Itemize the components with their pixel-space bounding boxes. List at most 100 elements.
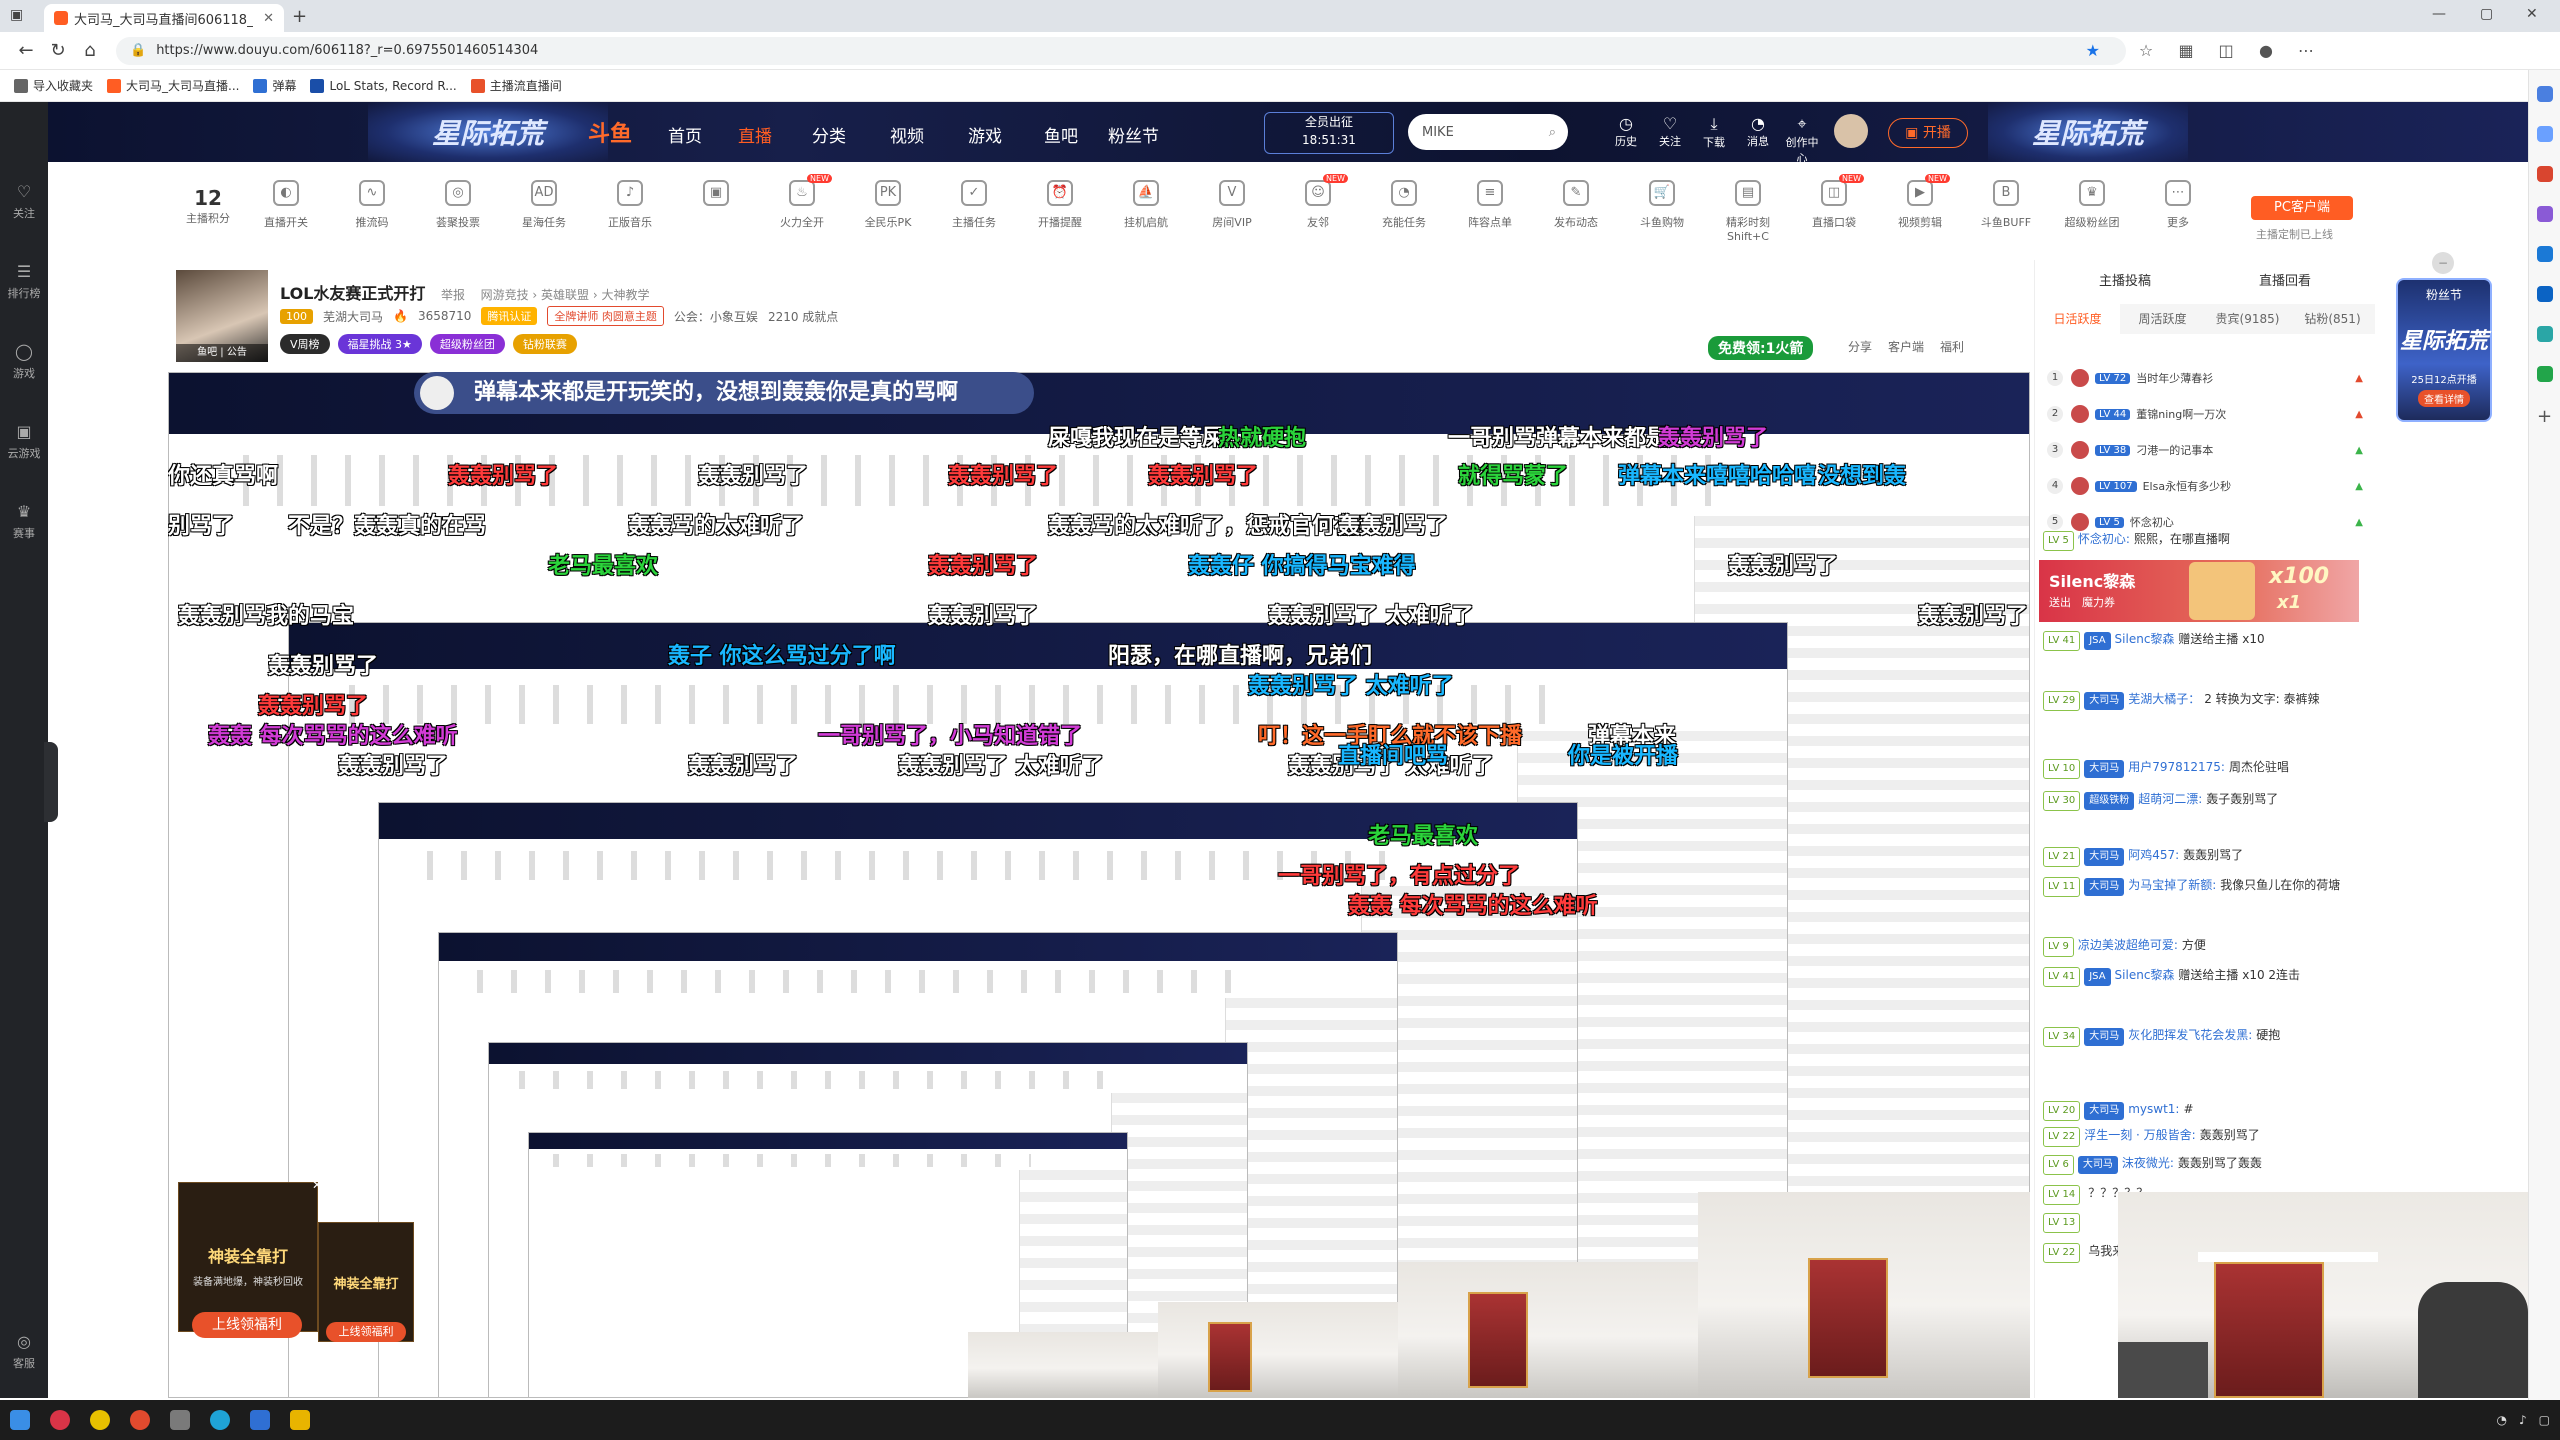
rail-item[interactable]: ☰ 排行榜 — [0, 262, 48, 301]
tool-item[interactable]: ✓ 主播任务 — [936, 180, 1012, 230]
rank-row[interactable]: 1 LV 72 当时年少薄春衫 ▲ — [2047, 364, 2363, 392]
streamer-pill[interactable]: 超级粉丝团 — [429, 334, 505, 354]
fan-festival-promo[interactable]: 粉丝节 星际拓荒 25日12点开播 查看详情 — [2396, 278, 2492, 422]
tool-item[interactable]: ∿ 推流码 — [334, 180, 410, 230]
tool-item[interactable]: ▤ 精彩时刻 Shift+C — [1710, 180, 1786, 243]
bookmark-item[interactable]: 弹幕 — [253, 77, 296, 94]
chat-user[interactable]: 浮生一刻 · 万般皆舍: — [2084, 1128, 2196, 1142]
taskbar-app-6[interactable] — [240, 1400, 280, 1440]
chat-message[interactable]: LV 41 JSA Silenc黎森 赠送给主播 x10 — [2043, 630, 2367, 651]
game-ad-1-button[interactable]: 上线领福利 — [192, 1312, 302, 1338]
sidebar-tools-icon[interactable] — [2537, 166, 2553, 182]
rank-row[interactable]: 3 LV 38 刁港一的记事本 ▲ — [2047, 436, 2363, 464]
extensions-icon[interactable]: ◫ — [2206, 41, 2246, 60]
tab-actions-icon[interactable]: ▣ — [10, 7, 23, 23]
start-button[interactable] — [0, 1400, 40, 1440]
chat-user[interactable]: 怀念初心: — [2078, 532, 2130, 546]
profile-icon[interactable]: ● — [2246, 41, 2286, 60]
taskbar-app-1[interactable] — [40, 1400, 80, 1440]
chat-message[interactable]: LV 41 JSA Silenc黎森 赠送给主播 x10 2连击 — [2043, 966, 2367, 987]
avatar-labels[interactable]: 鱼吧 | 公告 — [176, 344, 268, 362]
chat-message[interactable]: LV 20 大司马 myswt1: # — [2043, 1100, 2367, 1121]
header-item[interactable]: ◷ 历史 — [1606, 114, 1646, 149]
taskbar-app-3[interactable] — [120, 1400, 160, 1440]
new-tab-button[interactable]: + — [292, 6, 307, 27]
teacher-tag[interactable]: 全牌讲师 肉圆意主题 — [547, 306, 664, 326]
chat-user[interactable]: 凉边美波超绝可爱: — [2078, 938, 2178, 952]
favorites-icon[interactable]: ☆ — [2126, 41, 2166, 60]
tool-item[interactable]: ▣ — [678, 180, 754, 214]
tool-item[interactable]: B 斗鱼BUFF — [1968, 180, 2044, 230]
rail-expand-handle[interactable] — [44, 742, 58, 822]
tool-item[interactable]: ☺ NEW 友邻 — [1280, 174, 1356, 230]
header-item[interactable]: ♡ 关注 — [1650, 114, 1690, 149]
guild-notice[interactable]: 公会：小象互娱 — [674, 308, 758, 325]
sidebar-outlook-icon[interactable] — [2537, 286, 2553, 302]
streamer-pill[interactable]: V周榜 — [280, 334, 330, 354]
tool-item[interactable]: ▶ NEW 视频剪辑 — [1882, 174, 1958, 230]
search-input[interactable]: MIKE ⌕ — [1408, 114, 1568, 150]
chat-user[interactable]: 为马宝掉了新额: — [2128, 878, 2216, 892]
volume-icon[interactable]: ♪ — [2519, 1413, 2527, 1427]
bookmark-item[interactable]: 主播流直播间 — [470, 77, 562, 94]
back-icon[interactable]: ← — [10, 40, 42, 61]
streamer-name[interactable]: 芜湖大司马 — [323, 308, 383, 325]
tool-item[interactable]: ♨ NEW 火力全开 — [764, 174, 840, 230]
client-button[interactable]: 客户端 — [1888, 338, 1924, 355]
sidebar-people-icon[interactable] — [2537, 206, 2553, 222]
chat-message[interactable]: LV 5 怀念初心: 熙熙，在哪直播啊 — [2043, 530, 2367, 551]
header-item[interactable]: ◔ 消息 — [1738, 114, 1778, 149]
header-item[interactable]: ⌖ 创作中心 — [1782, 114, 1822, 166]
favorite-star-icon[interactable]: ★ — [2086, 41, 2114, 60]
room-category[interactable]: 网游竞技 › 英雄联盟 › 大神教学 — [481, 288, 650, 302]
chat-tab[interactable]: 周活跃度 — [2120, 304, 2205, 334]
sidebar-tag-icon[interactable] — [2537, 126, 2553, 142]
tool-item[interactable]: ◫ NEW 直播口袋 — [1796, 174, 1872, 230]
chat-message[interactable]: LV 10 大司马 用户797812175: 周杰伦驻唱 — [2043, 758, 2367, 779]
search-icon[interactable]: ⌕ — [1549, 125, 1556, 140]
taskbar-edge[interactable] — [200, 1400, 240, 1440]
bookmark-item[interactable]: 大司马_大司马直播... — [107, 77, 239, 94]
close-tab-icon[interactable]: ✕ — [263, 11, 274, 26]
tool-item[interactable]: V 房间VIP — [1194, 180, 1270, 230]
chat-user[interactable]: Silenc黎森 — [2115, 968, 2175, 982]
minimize-icon[interactable]: — — [2432, 6, 2446, 22]
promo-close-icon[interactable]: − — [2432, 252, 2454, 274]
game-ad-1[interactable]: 神装全靠打 装备满地爆，神装秒回收 — [178, 1182, 318, 1332]
taskbar-app-2[interactable] — [80, 1400, 120, 1440]
refresh-icon[interactable]: ↻ — [42, 40, 74, 61]
banner-left[interactable]: 星际拓荒 — [368, 102, 608, 162]
bookmark-item[interactable]: LoL Stats, Record R... — [310, 78, 457, 93]
url-field[interactable]: 🔒 https://www.douyu.com/606118?_r=0.6975… — [116, 36, 2126, 65]
streamer-avatar[interactable]: 鱼吧 | 公告 — [176, 270, 268, 362]
chat-user[interactable]: 超萌河二漂: — [2138, 792, 2202, 806]
banner-right[interactable]: 星际拓荒 — [1988, 102, 2188, 162]
nav-item[interactable]: 视频 — [890, 122, 924, 147]
tool-item[interactable]: AD 星海任务 — [506, 180, 582, 230]
chat-message[interactable]: LV 22 浮生一刻 · 万般皆舍: 轰轰别骂了 — [2043, 1126, 2367, 1147]
free-gift-button[interactable]: 免费领:1火箭 — [1708, 336, 1814, 360]
event-countdown[interactable]: 全员出征 18:51:31 — [1264, 112, 1394, 154]
open-stream-button[interactable]: ▣ 开播 — [1888, 118, 1968, 148]
anchor-score[interactable]: 12 主播积分 — [178, 186, 238, 226]
rail-item[interactable]: ▣ 云游戏 — [0, 422, 48, 461]
tool-item[interactable]: ≡ 阵容点单 — [1452, 180, 1528, 230]
browser-tab[interactable]: 大司马_大司马直播间606118_斗鱼 ✕ — [44, 4, 284, 32]
tool-item[interactable]: ◔ 充能任务 — [1366, 180, 1442, 230]
chat-message[interactable]: LV 29 大司马 芜湖大橘子： 2 转换为文字: 泰裤辣 — [2043, 690, 2367, 711]
streamer-pill[interactable]: 福星挑战 3★ — [337, 334, 422, 354]
anchor-submit-link[interactable]: 主播投稿 — [2099, 270, 2151, 289]
rail-item[interactable]: ◎ 客服 — [0, 1332, 48, 1371]
tool-item[interactable]: ◎ 荟聚投票 — [420, 180, 496, 230]
chat-user[interactable]: 阿鸡457: — [2128, 848, 2179, 862]
tool-item[interactable]: ✎ 发布动态 — [1538, 180, 1614, 230]
rank-row[interactable]: 4 LV 107 Elsa永恒有多少秒 ▲ — [2047, 472, 2363, 500]
chat-user[interactable]: 芜湖大橘子： — [2128, 692, 2200, 706]
streamer-pill[interactable]: 钻粉联赛 — [512, 334, 577, 354]
maximize-icon[interactable]: ▢ — [2480, 6, 2493, 22]
chat-message[interactable]: LV 9 凉边美波超绝可爱: 方便 — [2043, 936, 2367, 957]
nav-item[interactable]: 分类 — [812, 122, 846, 147]
chat-user[interactable]: 沫夜微光: — [2122, 1156, 2174, 1170]
tool-item[interactable]: PK 全民乐PK — [850, 180, 926, 230]
share-button[interactable]: 分享 — [1848, 338, 1872, 355]
